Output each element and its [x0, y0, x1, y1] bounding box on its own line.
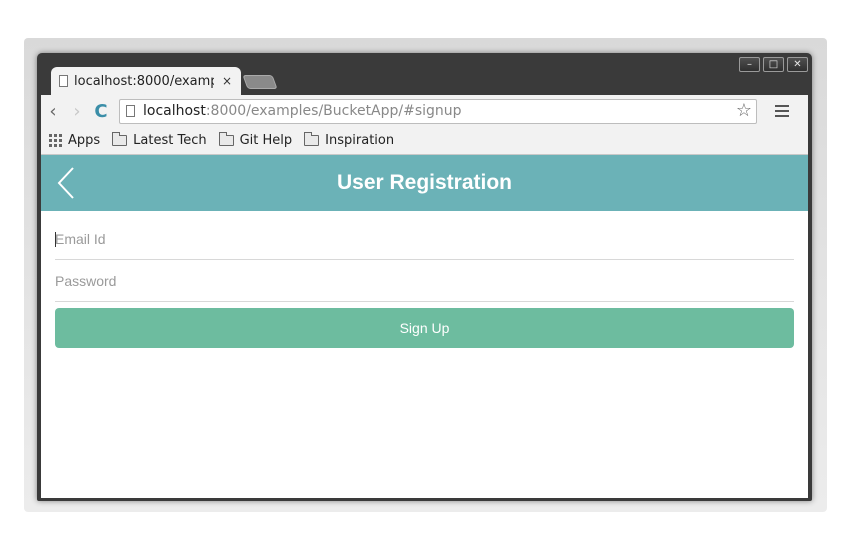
bookmarks-bar: Apps Latest Tech Git Help Inspiration [41, 127, 808, 155]
maximize-button[interactable]: □ [763, 57, 784, 72]
bookmark-git-help[interactable]: Git Help [218, 132, 293, 148]
email-field[interactable] [55, 218, 794, 259]
folder-icon [304, 132, 320, 146]
bookmark-inspiration[interactable]: Inspiration [304, 132, 395, 148]
apps-grid-icon [49, 134, 62, 147]
bookmark-label: Git Help [239, 133, 293, 148]
tab-title: localhost:8000/examples/BucketApp/#signu… [74, 73, 214, 89]
sign-up-button[interactable]: Sign Up [55, 308, 794, 348]
url-path: :8000/examples/BucketApp/#signup [205, 103, 462, 119]
reload-icon[interactable]: C [89, 101, 113, 122]
url-host: localhost [143, 103, 206, 119]
folder-icon [218, 132, 234, 146]
address-bar[interactable]: localhost :8000/examples/BucketApp/#sign… [119, 98, 757, 124]
browser-toolbar: ‹ › C localhost :8000/examples/BucketApp… [41, 95, 808, 127]
page-icon [59, 75, 68, 87]
tab-close-icon[interactable]: × [222, 74, 232, 88]
bookmark-latest-tech[interactable]: Latest Tech [112, 132, 207, 148]
window-controls: – □ ✕ [739, 57, 808, 72]
email-field-wrapper [55, 218, 794, 260]
bookmark-label: Inspiration [325, 133, 395, 148]
browser-tab[interactable]: localhost:8000/examples/BucketApp/#signu… [51, 67, 241, 95]
forward-arrow-icon[interactable]: › [65, 101, 89, 122]
password-field[interactable] [55, 260, 794, 301]
app-header: User Registration [41, 155, 808, 211]
page-title: User Registration [336, 171, 513, 194]
page-icon [126, 105, 135, 117]
bookmark-apps[interactable]: Apps [49, 133, 100, 148]
star-icon[interactable]: ☆ [736, 100, 752, 121]
new-tab-button[interactable] [242, 75, 278, 89]
bookmark-label: Latest Tech [133, 133, 207, 148]
password-field-wrapper [55, 260, 794, 302]
title-bar: localhost:8000/examples/BucketApp/#signu… [37, 53, 812, 95]
folder-icon [112, 132, 128, 146]
menu-icon[interactable] [775, 102, 789, 120]
minimize-button[interactable]: – [739, 57, 760, 72]
bookmark-label: Apps [68, 133, 101, 148]
back-arrow-icon[interactable]: ‹ [41, 101, 65, 122]
close-button[interactable]: ✕ [787, 57, 808, 72]
browser-window: localhost:8000/examples/BucketApp/#signu… [37, 53, 812, 501]
page-viewport: User Registration Sign Up [41, 155, 808, 498]
